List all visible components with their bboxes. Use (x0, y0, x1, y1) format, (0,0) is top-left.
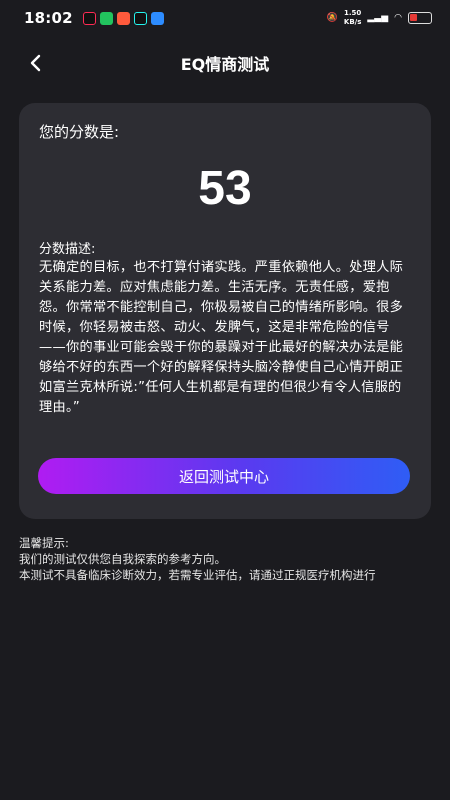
battery-icon (408, 12, 432, 24)
tips: 温馨提示: 我们的测试仅供您自我探索的参考方向。 本测试不具备临床诊断效力，若需… (19, 535, 439, 583)
tiktok-icon (133, 11, 147, 25)
back-button[interactable] (22, 50, 48, 76)
result-card: 您的分数是: 53 分数描述: 无确定的目标，也不打算付诸实践。严重依赖他人。处… (19, 103, 431, 519)
network-speed-unit: KB/s (343, 18, 362, 26)
header: EQ情商测试 (0, 44, 450, 82)
description-text: 无确定的目标，也不打算付诸实践。严重依赖他人。处理人际关系能力差。应对焦虑能力差… (39, 260, 404, 415)
status-right: 🔕 1.50 KB/s ▂▃▅ ◠ (327, 9, 432, 27)
description-label: 分数描述: (39, 242, 96, 257)
mute-icon: 🔕 (326, 13, 338, 23)
status-bar: 18:02 🔕 1.50 KB/s ▂▃▅ ◠ (0, 0, 450, 36)
score-label: 您的分数是: (39, 123, 120, 141)
tiktok-icon (82, 11, 96, 25)
notification-icons (82, 11, 164, 25)
wechat-icon (99, 11, 113, 25)
score-value: 53 (198, 162, 252, 215)
wifi-icon: ◠ (394, 13, 402, 23)
network-speed: 1.50 KB/s (344, 9, 361, 27)
app-icon (150, 11, 164, 25)
status-time: 18:02 (24, 9, 73, 27)
back-arrow-icon (30, 54, 41, 72)
signal-icon: ▂▃▅ (367, 13, 389, 23)
network-speed-value: 1.50 (343, 9, 362, 17)
tips-line-1: 我们的测试仅供您自我探索的参考方向。 (19, 552, 226, 566)
app-icon (116, 11, 130, 25)
return-to-test-center-button[interactable]: 返回测试中心 (38, 458, 410, 494)
tips-heading: 温馨提示: (19, 536, 69, 550)
page-title: EQ情商测试 (180, 55, 270, 74)
status-left: 18:02 (24, 9, 164, 27)
tips-line-2: 本测试不具备临床诊断效力，若需专业评估，请通过正规医疗机构进行 (19, 568, 376, 582)
